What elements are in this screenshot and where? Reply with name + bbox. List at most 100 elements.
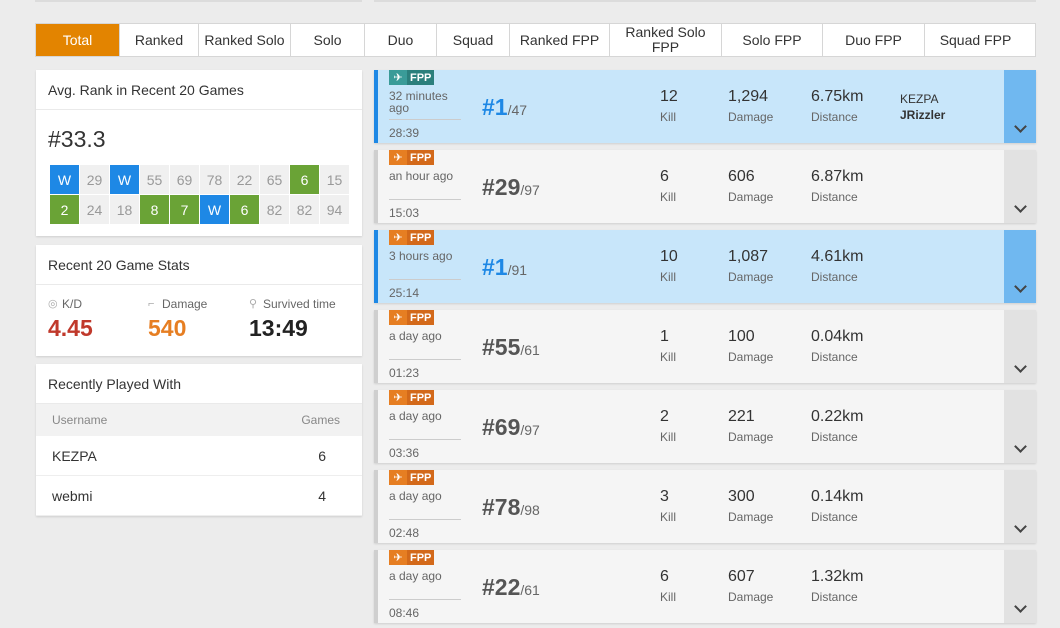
rank-cell: 2 — [50, 195, 79, 224]
distance-metric: 0.04km Distance — [811, 328, 863, 364]
tab-solo[interactable]: Solo — [291, 24, 365, 56]
placement-rank: #78 — [482, 494, 521, 520]
damage-metric: 1,294 Damage — [728, 88, 773, 124]
squad-player-name[interactable]: KEZPA — [900, 91, 945, 107]
played-with-card: Recently Played With Username Games KEZP… — [36, 364, 362, 516]
divider — [389, 439, 461, 440]
damage-label: Damage — [728, 110, 774, 124]
placement: #1/47 — [482, 94, 527, 121]
chevron-down-icon — [1013, 360, 1027, 373]
running-man-icon: ✈ — [389, 230, 407, 245]
damage-value: 607 — [728, 568, 755, 585]
rank-cell: 94 — [320, 195, 349, 224]
top-divider — [374, 0, 1036, 2]
kill-metric: 6 Kill — [660, 568, 676, 604]
avg-rank-title: Avg. Rank in Recent 20 Games — [36, 70, 362, 110]
match-row[interactable]: ✈ FPP 3 hours ago 25:14 #1/91 10 Kill 1,087 Dama… — [374, 230, 1036, 303]
rank-cell: 15 — [320, 165, 349, 194]
distance-value: 0.22km — [811, 408, 864, 425]
damage-label: Damage — [728, 430, 774, 444]
survived-value: 13:49 — [249, 315, 308, 341]
tab-ranked[interactable]: Ranked — [120, 24, 199, 56]
match-duration: 25:14 — [389, 286, 420, 300]
player-username[interactable]: webmi — [52, 488, 92, 504]
expand-button[interactable] — [1004, 310, 1036, 383]
running-man-icon: ✈ — [389, 470, 407, 485]
tab-ranked-solo[interactable]: Ranked Solo — [199, 24, 291, 56]
match-row[interactable]: ✈ FPP a day ago 08:46 #22/61 6 Kill 607 Damage 1.… — [374, 550, 1036, 623]
divider — [389, 519, 461, 520]
distance-value: 1.32km — [811, 568, 864, 585]
damage-label: Damage — [728, 510, 774, 524]
match-row[interactable]: ✈ FPP a day ago 02:48 #78/98 3 Kill 300 Damage 0.… — [374, 470, 1036, 543]
placement-total: /97 — [520, 182, 540, 198]
tab-duo-fpp[interactable]: Duo FPP — [823, 24, 925, 56]
rank-cell: W — [110, 165, 139, 194]
kill-value: 1 — [660, 328, 669, 345]
tab-ranked-fpp[interactable]: Ranked FPP — [510, 24, 610, 56]
running-man-icon: ✈ — [389, 70, 407, 85]
mode-badge: ✈ FPP — [389, 310, 435, 325]
match-row[interactable]: ✈ FPP a day ago 01:23 #55/61 1 Kill 100 Damage 0.… — [374, 310, 1036, 383]
distance-value: 0.14km — [811, 488, 864, 505]
match-row[interactable]: ✈ FPP 32 minutes ago 28:39 #1/47 12 Kill 1,294 D… — [374, 70, 1036, 143]
damage-value: 221 — [728, 408, 755, 425]
tab-solo-fpp[interactable]: Solo FPP — [722, 24, 823, 56]
tab-squad[interactable]: Squad — [437, 24, 510, 56]
played-with-title: Recently Played With — [36, 364, 362, 404]
mode-badge: ✈ FPP — [389, 470, 435, 485]
played-with-row[interactable]: KEZPA 6 — [36, 436, 362, 476]
kill-metric: 10 Kill — [660, 248, 678, 284]
match-row[interactable]: ✈ FPP a day ago 03:36 #69/97 2 Kill 221 Damage 0.… — [374, 390, 1036, 463]
kill-metric: 12 Kill — [660, 88, 678, 124]
distance-metric: 6.87km Distance — [811, 168, 863, 204]
mode-label: FPP — [407, 150, 435, 165]
damage-label: Damage — [728, 590, 774, 604]
expand-button[interactable] — [1004, 230, 1036, 303]
match-duration: 01:23 — [389, 366, 420, 380]
tab-duo[interactable]: Duo — [365, 24, 437, 56]
games-column-header: Games — [301, 413, 340, 427]
distance-metric: 6.75km Distance — [811, 88, 863, 124]
mode-badge: ✈ FPP — [389, 550, 435, 565]
expand-button[interactable] — [1004, 150, 1036, 223]
match-row[interactable]: ✈ FPP an hour ago 15:03 #29/97 6 Kill 606 Damage… — [374, 150, 1036, 223]
tab-squad-fpp[interactable]: Squad FPP — [925, 24, 1026, 56]
chevron-down-icon — [1013, 520, 1027, 533]
kill-label: Kill — [660, 190, 677, 204]
running-man-icon: ✈ — [389, 310, 407, 325]
squad-player-name[interactable]: JRizzler — [900, 107, 945, 123]
expand-button[interactable] — [1004, 470, 1036, 543]
time-ago: 3 hours ago — [389, 249, 453, 263]
time-ago: a day ago — [389, 329, 442, 343]
damage-value: 1,294 — [728, 88, 769, 105]
gun-icon: ⌐ — [148, 298, 155, 310]
player-username[interactable]: KEZPA — [52, 448, 97, 464]
chevron-down-icon — [1013, 440, 1027, 453]
placement-rank: #22 — [482, 574, 521, 600]
rank-cell: 8 — [140, 195, 169, 224]
time-ago: a day ago — [389, 489, 442, 503]
kill-metric: 3 Kill — [660, 488, 676, 524]
played-with-row[interactable]: webmi 4 — [36, 476, 362, 516]
expand-button[interactable] — [1004, 390, 1036, 463]
mode-tabs: Total Ranked Ranked Solo Solo Duo Squad Ranked… — [35, 23, 1036, 57]
time-ago: an hour ago — [389, 169, 454, 183]
tab-ranked-solo-fpp[interactable]: Ranked Solo FPP — [610, 24, 722, 56]
damage-value: 300 — [728, 488, 755, 505]
distance-value: 6.87km — [811, 168, 864, 185]
placement: #78/98 — [482, 494, 540, 521]
mode-badge: ✈ FPP — [389, 70, 435, 85]
rank-cell: 22 — [230, 165, 259, 194]
games-count: 6 — [318, 447, 326, 464]
tab-total[interactable]: Total — [36, 24, 120, 56]
match-duration: 02:48 — [389, 526, 420, 540]
placement-rank: #29 — [482, 174, 521, 200]
expand-button[interactable] — [1004, 70, 1036, 143]
avg-rank-value: #33.3 — [48, 126, 106, 152]
rank-cell: 6 — [230, 195, 259, 224]
kd-value: 4.45 — [48, 315, 93, 341]
expand-button[interactable] — [1004, 550, 1036, 623]
match-duration: 08:46 — [389, 606, 420, 620]
running-man-icon: ✈ — [389, 550, 407, 565]
